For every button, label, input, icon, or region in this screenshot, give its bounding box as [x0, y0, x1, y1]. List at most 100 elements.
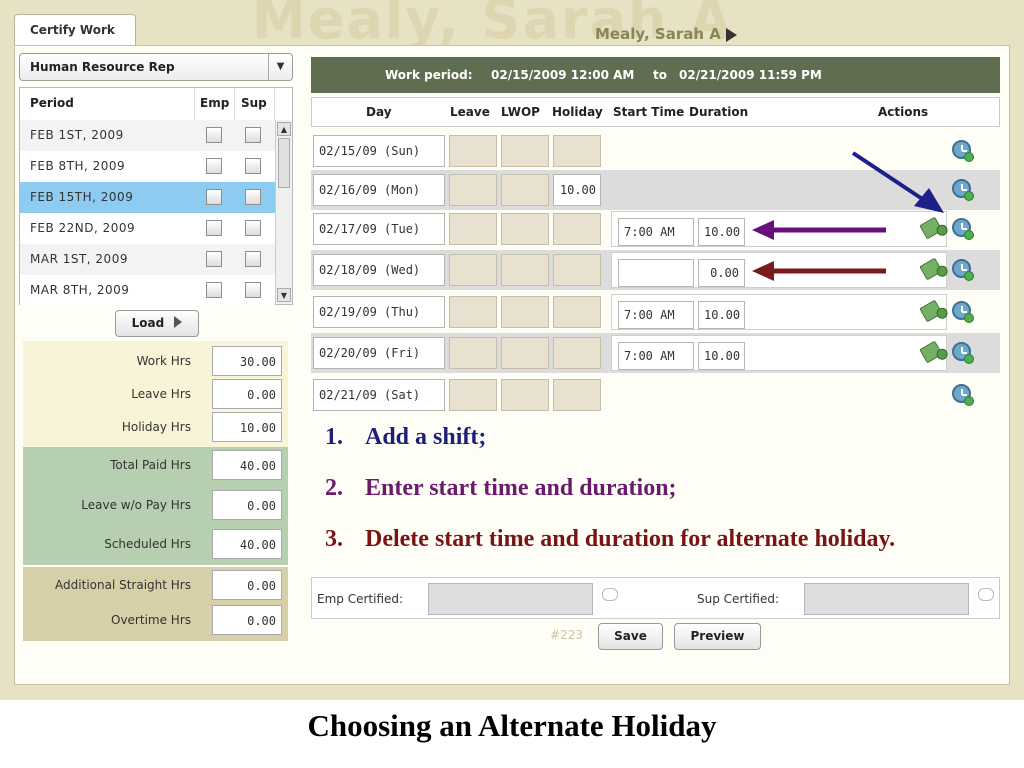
leave-input[interactable]	[449, 296, 497, 328]
leave-input[interactable]	[449, 135, 497, 167]
period-row-label: MAR 1ST, 2009	[30, 252, 128, 266]
period-row-label: FEB 8TH, 2009	[30, 159, 126, 173]
lwop-input[interactable]	[501, 379, 549, 411]
work-period-label: Work period:	[385, 68, 473, 82]
load-button-label: Load	[131, 316, 165, 330]
sup-checkbox[interactable]	[245, 251, 261, 267]
column-header-holiday: Holiday	[552, 105, 603, 119]
plus-badge-icon	[964, 313, 974, 323]
play-arrow-icon[interactable]	[726, 28, 737, 42]
shift-box: 7:00 AM 10.00	[611, 294, 947, 330]
day-cell: 02/21/09 (Sat)	[313, 379, 445, 411]
lwop-input[interactable]	[501, 254, 549, 286]
period-row[interactable]: FEB 22ND, 2009	[20, 213, 275, 244]
period-row[interactable]: MAR 1ST, 2009	[20, 244, 275, 275]
total-value: 0.00	[212, 379, 282, 409]
add-shift-clock-icon[interactable]	[952, 259, 974, 281]
total-label: Scheduled Hrs	[104, 537, 191, 551]
period-row[interactable]: FEB 15TH, 2009	[20, 182, 275, 213]
plus-badge-icon	[964, 354, 974, 364]
add-shift-clock-icon[interactable]	[952, 140, 974, 162]
tab-certify-work[interactable]: Certify Work	[14, 14, 136, 46]
duration-input[interactable]: 10.00	[698, 218, 745, 246]
emp-checkbox[interactable]	[206, 127, 222, 143]
scroll-down-icon[interactable]: ▼	[277, 288, 291, 302]
sup-checkbox[interactable]	[245, 220, 261, 236]
lwop-input[interactable]	[501, 296, 549, 328]
emp-checkbox[interactable]	[206, 189, 222, 205]
sup-checkbox[interactable]	[245, 189, 261, 205]
instruction-item: 2. Enter start time and duration;	[325, 475, 895, 526]
sup-certified-label: Sup Certified:	[697, 592, 779, 606]
holiday-input[interactable]	[553, 379, 601, 411]
leave-input[interactable]	[449, 337, 497, 369]
sup-checkbox[interactable]	[245, 282, 261, 298]
leave-input[interactable]	[449, 254, 497, 286]
start-time-input[interactable]: 7:00 AM	[618, 218, 694, 246]
add-shift-clock-icon[interactable]	[952, 179, 974, 201]
leave-input[interactable]	[449, 379, 497, 411]
day-row: 02/18/09 (Wed) 0.00	[311, 250, 1000, 290]
leave-input[interactable]	[449, 174, 497, 206]
work-period-to: to	[653, 68, 667, 82]
period-row[interactable]: FEB 1ST, 2009	[20, 120, 275, 151]
load-button[interactable]: Load	[115, 310, 199, 337]
shift-box: 0.00	[611, 252, 947, 288]
sup-checkbox[interactable]	[245, 158, 261, 174]
sup-certified-field	[804, 583, 969, 615]
role-select[interactable]: Human Resource Rep ▼	[19, 53, 293, 81]
duration-input[interactable]: 0.00	[698, 259, 745, 287]
duration-input[interactable]: 10.00	[698, 301, 745, 329]
start-time-input[interactable]: 7:00 AM	[618, 301, 694, 329]
day-row: 02/20/09 (Fri) 7:00 AM 10.00	[311, 333, 1000, 373]
total-value: 10.00	[212, 412, 282, 442]
emp-checkbox[interactable]	[206, 220, 222, 236]
period-scrollbar[interactable]: ▲ ▼	[275, 120, 292, 304]
day-row: 02/16/09 (Mon) 10.00	[311, 170, 1000, 210]
emp-checkbox[interactable]	[206, 158, 222, 174]
lwop-input[interactable]	[501, 135, 549, 167]
add-shift-clock-icon[interactable]	[952, 384, 974, 406]
shift-box: 7:00 AM 10.00	[611, 335, 947, 371]
scroll-thumb[interactable]	[278, 138, 290, 188]
play-arrow-icon	[174, 316, 183, 328]
lwop-input[interactable]	[501, 213, 549, 245]
emp-checkbox[interactable]	[206, 251, 222, 267]
add-shift-clock-icon[interactable]	[952, 342, 974, 364]
period-row[interactable]: FEB 8TH, 2009	[20, 151, 275, 182]
plus-badge-icon	[964, 152, 974, 162]
holiday-input[interactable]: 10.00	[553, 174, 601, 206]
column-header-day: Day	[366, 105, 392, 119]
column-header-actions: Actions	[878, 105, 929, 119]
employee-name-link[interactable]: Mealy, Sarah A	[595, 25, 721, 43]
holiday-input[interactable]	[553, 135, 601, 167]
day-cell: 02/20/09 (Fri)	[313, 337, 445, 369]
holiday-input[interactable]	[553, 337, 601, 369]
comment-icon[interactable]	[602, 588, 618, 601]
certification-bar: Emp Certified: Sup Certified:	[311, 577, 1000, 619]
lwop-input[interactable]	[501, 174, 549, 206]
day-cell: 02/19/09 (Thu)	[313, 296, 445, 328]
leave-input[interactable]	[449, 213, 497, 245]
holiday-input[interactable]	[553, 213, 601, 245]
day-grid-header: Day Leave LWOP Holiday Start Time Durati…	[311, 97, 1000, 127]
holiday-input[interactable]	[553, 296, 601, 328]
start-time-input[interactable]	[618, 259, 694, 287]
add-shift-clock-icon[interactable]	[952, 301, 974, 323]
period-row[interactable]: MAR 8TH, 2009	[20, 275, 275, 306]
holiday-input[interactable]	[553, 254, 601, 286]
lwop-input[interactable]	[501, 337, 549, 369]
comment-icon[interactable]	[978, 588, 994, 601]
dropdown-arrow-icon[interactable]: ▼	[268, 54, 292, 80]
sup-checkbox[interactable]	[245, 127, 261, 143]
add-shift-clock-icon[interactable]	[952, 218, 974, 240]
start-time-input[interactable]: 7:00 AM	[618, 342, 694, 370]
work-period-start: 02/15/2009 12:00 AM	[491, 68, 635, 82]
preview-button[interactable]: Preview	[674, 623, 761, 650]
emp-checkbox[interactable]	[206, 282, 222, 298]
save-button[interactable]: Save	[598, 623, 663, 650]
duration-input[interactable]: 10.00	[698, 342, 745, 370]
total-label: Additional Straight Hrs	[55, 578, 191, 592]
scroll-up-icon[interactable]: ▲	[277, 122, 291, 136]
plus-badge-icon	[964, 191, 974, 201]
